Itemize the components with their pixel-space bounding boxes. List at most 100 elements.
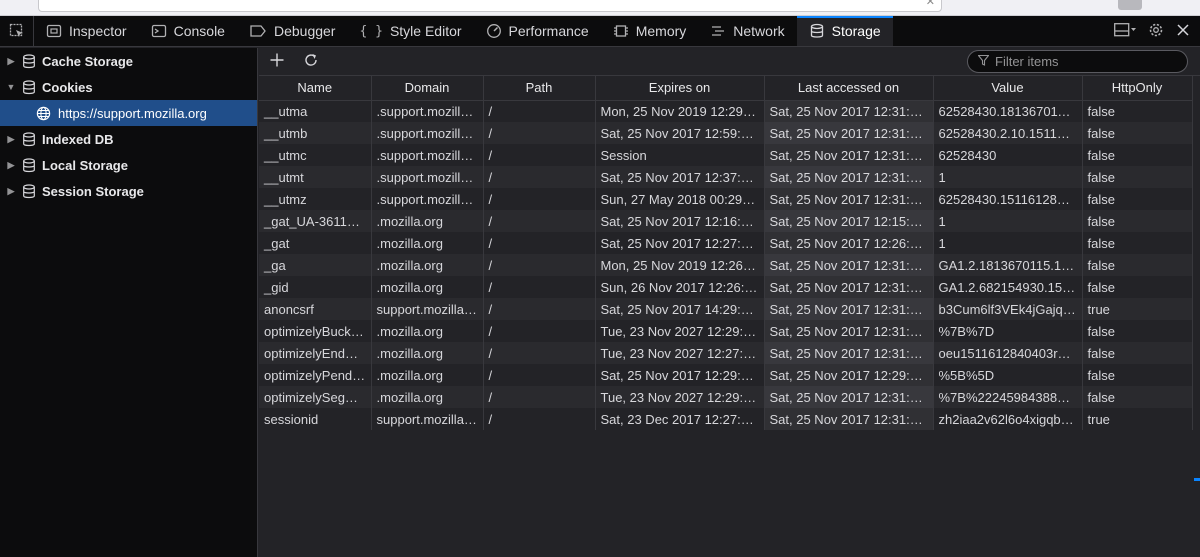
- table-cell[interactable]: Sat, 25 Nov 2017 12:31:5…: [764, 320, 934, 342]
- table-row[interactable]: __utmz .support.mozill… / Sun, 27 May 2018 …: [259, 188, 1193, 210]
- table-cell[interactable]: .support.mozill…: [371, 166, 484, 188]
- sidebar-item-cache-storage[interactable]: ▶ Cache Storage: [0, 48, 257, 74]
- table-row[interactable]: optimizelyPend… .mozilla.org / Sat, 25 Nov …: [259, 364, 1193, 386]
- table-cell[interactable]: _ga: [259, 254, 372, 276]
- table-cell[interactable]: Sat, 25 Nov 2017 12:31:5…: [764, 188, 934, 210]
- table-cell[interactable]: 1: [933, 232, 1083, 254]
- table-cell[interactable]: Sat, 25 Nov 2017 12:31:5…: [764, 254, 934, 276]
- table-cell[interactable]: optimizelySeg…: [259, 386, 372, 408]
- settings-button[interactable]: [1148, 22, 1164, 41]
- column-header[interactable]: HttpOnly: [1082, 76, 1193, 101]
- table-cell[interactable]: .support.mozill…: [371, 100, 484, 122]
- table-cell[interactable]: /: [483, 408, 596, 430]
- table-cell[interactable]: .mozilla.org: [371, 276, 484, 298]
- table-cell[interactable]: Sat, 25 Nov 2017 14:29:1…: [595, 298, 765, 320]
- table-cell[interactable]: _gat_UA-36116…: [259, 210, 372, 232]
- table-cell[interactable]: GA1.2.1813670115.15…: [933, 254, 1083, 276]
- table-cell[interactable]: .mozilla.org: [371, 386, 484, 408]
- table-cell[interactable]: Sat, 25 Nov 2017 12:31:5…: [764, 122, 934, 144]
- table-cell[interactable]: Sat, 25 Nov 2017 12:31:5…: [764, 408, 934, 430]
- table-row[interactable]: optimizelyBuck… .mozilla.org / Tue, 23 Nov …: [259, 320, 1193, 342]
- table-cell[interactable]: GA1.2.682154930.15…: [933, 276, 1083, 298]
- filter-input[interactable]: [995, 54, 1175, 69]
- table-cell[interactable]: __utmt: [259, 166, 372, 188]
- tab-console[interactable]: Console: [139, 16, 237, 46]
- expand-arrow-icon[interactable]: ▶: [4, 134, 18, 145]
- table-row[interactable]: __utmt .support.mozill… / Sat, 25 Nov 2017 …: [259, 166, 1193, 188]
- table-cell[interactable]: /: [483, 342, 596, 364]
- table-cell[interactable]: Sat, 25 Nov 2017 12:31:5…: [764, 144, 934, 166]
- table-cell[interactable]: .mozilla.org: [371, 210, 484, 232]
- table-cell[interactable]: false: [1082, 166, 1193, 188]
- table-cell[interactable]: /: [483, 320, 596, 342]
- table-cell[interactable]: Tue, 23 Nov 2027 12:29:…: [595, 320, 765, 342]
- table-cell[interactable]: %7B%22245984388…: [933, 386, 1083, 408]
- table-cell[interactable]: sessionid: [259, 408, 372, 430]
- table-cell[interactable]: 62528430.151161284…: [933, 188, 1083, 210]
- table-cell[interactable]: false: [1082, 122, 1193, 144]
- table-cell[interactable]: false: [1082, 320, 1193, 342]
- table-cell[interactable]: support.mozilla…: [371, 408, 484, 430]
- table-cell[interactable]: false: [1082, 210, 1193, 232]
- table-cell[interactable]: /: [483, 386, 596, 408]
- expand-arrow-icon[interactable]: ▶: [4, 186, 18, 197]
- table-row[interactable]: _gat_UA-36116… .mozilla.org / Sat, 25 Nov 2…: [259, 210, 1193, 232]
- column-header[interactable]: Name: [259, 76, 372, 101]
- tab-style-editor[interactable]: { } Style Editor: [347, 16, 473, 46]
- table-cell[interactable]: support.mozilla…: [371, 298, 484, 320]
- collapse-arrow-icon[interactable]: ▼: [4, 82, 18, 92]
- table-cell[interactable]: Sat, 25 Nov 2017 12:15:4…: [764, 210, 934, 232]
- table-cell[interactable]: %5B%5D: [933, 364, 1083, 386]
- tab-memory[interactable]: Memory: [601, 16, 699, 46]
- tab-inspector[interactable]: Inspector: [34, 16, 139, 46]
- table-row[interactable]: optimizelySeg… .mozilla.org / Tue, 23 Nov 2…: [259, 386, 1193, 408]
- tab-storage[interactable]: Storage: [796, 16, 893, 46]
- refresh-button[interactable]: [303, 52, 319, 71]
- table-cell[interactable]: false: [1082, 144, 1193, 166]
- table-cell[interactable]: optimizelyBuck…: [259, 320, 372, 342]
- column-header[interactable]: Domain: [371, 76, 484, 101]
- table-cell[interactable]: Mon, 25 Nov 2019 12:29:…: [595, 100, 765, 122]
- table-cell[interactable]: /: [483, 144, 596, 166]
- url-bar[interactable]: ✕: [38, 0, 942, 12]
- table-row[interactable]: __utmb .support.mozill… / Sat, 25 Nov 2017 …: [259, 122, 1193, 144]
- sidebar-item-cookies[interactable]: ▼ Cookies: [0, 74, 257, 100]
- table-cell[interactable]: .support.mozill…: [371, 144, 484, 166]
- table-row[interactable]: _gat .mozilla.org / Sat, 25 Nov 2017 12:27:…: [259, 232, 1193, 254]
- table-cell[interactable]: 62528430.2.10.15116…: [933, 122, 1083, 144]
- table-cell[interactable]: 1: [933, 210, 1083, 232]
- table-cell[interactable]: Tue, 23 Nov 2027 12:27:…: [595, 342, 765, 364]
- table-cell[interactable]: Sat, 25 Nov 2017 12:31:5…: [764, 298, 934, 320]
- table-cell[interactable]: .mozilla.org: [371, 364, 484, 386]
- table-cell[interactable]: Sat, 25 Nov 2017 12:31:5…: [764, 342, 934, 364]
- add-item-button[interactable]: [269, 52, 285, 71]
- table-cell[interactable]: /: [483, 298, 596, 320]
- table-row[interactable]: _ga .mozilla.org / Mon, 25 Nov 2019 12:26:……: [259, 254, 1193, 276]
- expand-arrow-icon[interactable]: ▶: [4, 160, 18, 171]
- table-cell[interactable]: 62528430: [933, 144, 1083, 166]
- table-cell[interactable]: Sat, 25 Nov 2017 12:27:4…: [595, 232, 765, 254]
- table-cell[interactable]: __utmc: [259, 144, 372, 166]
- table-cell[interactable]: false: [1082, 232, 1193, 254]
- table-cell[interactable]: /: [483, 166, 596, 188]
- table-cell[interactable]: true: [1082, 408, 1193, 430]
- element-picker-button[interactable]: [0, 16, 34, 46]
- column-header[interactable]: Path: [483, 76, 596, 101]
- sidebar-item-session-storage[interactable]: ▶ Session Storage: [0, 178, 257, 204]
- table-cell[interactable]: Sat, 25 Nov 2017 12:59:1…: [595, 122, 765, 144]
- table-cell[interactable]: /: [483, 364, 596, 386]
- table-cell[interactable]: optimizelyEndU…: [259, 342, 372, 364]
- table-cell[interactable]: /: [483, 122, 596, 144]
- table-cell[interactable]: 62528430.181367011…: [933, 100, 1083, 122]
- table-cell[interactable]: false: [1082, 364, 1193, 386]
- table-cell[interactable]: Mon, 25 Nov 2019 12:26:…: [595, 254, 765, 276]
- table-cell[interactable]: Sun, 26 Nov 2017 12:26:…: [595, 276, 765, 298]
- table-cell[interactable]: false: [1082, 254, 1193, 276]
- table-cell[interactable]: %7B%7D: [933, 320, 1083, 342]
- table-cell[interactable]: Sat, 25 Nov 2017 12:29:1…: [764, 364, 934, 386]
- table-row[interactable]: optimizelyEndU… .mozilla.org / Tue, 23 Nov …: [259, 342, 1193, 364]
- table-cell[interactable]: /: [483, 232, 596, 254]
- table-cell[interactable]: /: [483, 100, 596, 122]
- expand-arrow-icon[interactable]: ▶: [4, 56, 18, 67]
- table-cell[interactable]: false: [1082, 276, 1193, 298]
